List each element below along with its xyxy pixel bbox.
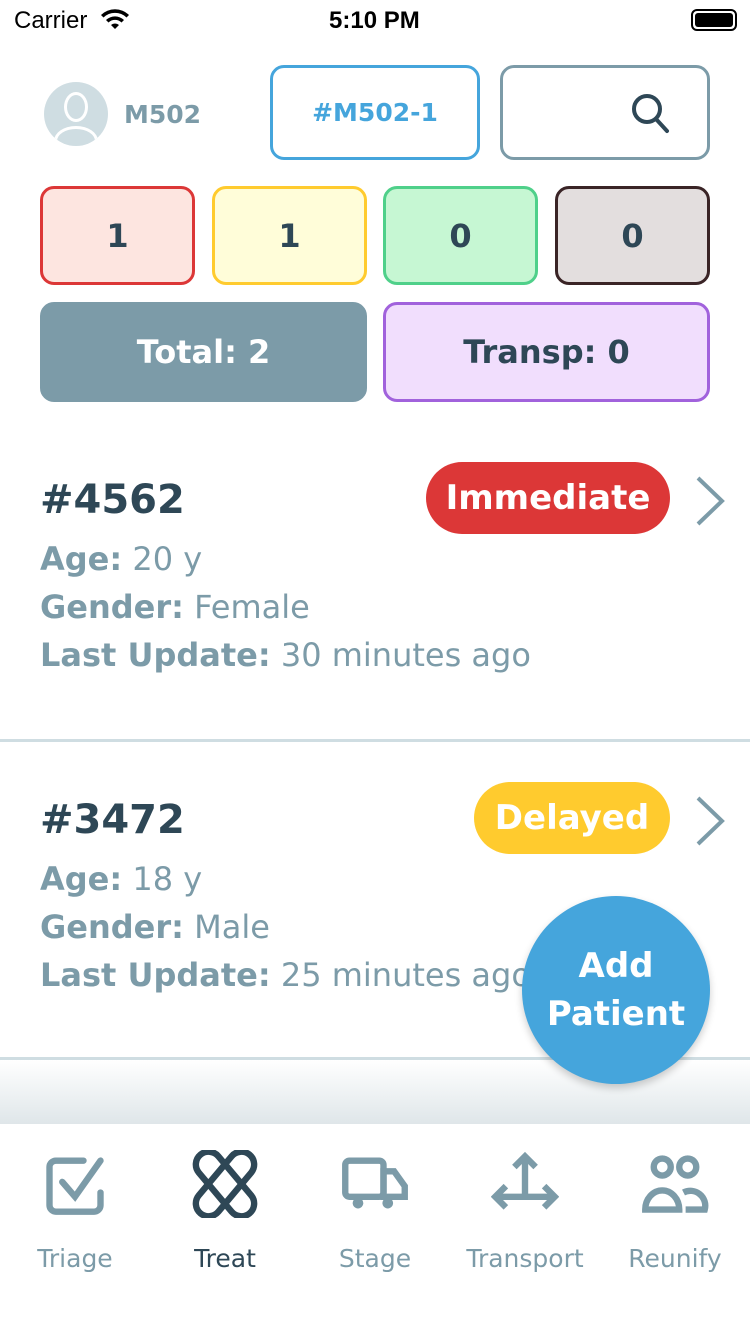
tab-stage[interactable]: Stage: [300, 1140, 450, 1273]
tab-transport[interactable]: Transport: [450, 1140, 600, 1273]
search-icon: [632, 93, 669, 133]
tab-triage[interactable]: Triage: [0, 1140, 150, 1273]
tab-reunify[interactable]: Reunify: [600, 1140, 750, 1273]
patient-last-update: Last Update: 25 minutes ago: [40, 956, 531, 994]
tab-label: Transport: [466, 1244, 584, 1273]
chevron-right-icon[interactable]: [694, 794, 726, 848]
patient-id: #3472: [40, 797, 185, 843]
user-id: M502: [124, 100, 202, 129]
patient-age: Age: 20 y: [40, 540, 203, 578]
avatar[interactable]: [44, 82, 108, 146]
add-patient-label: Add: [578, 946, 654, 986]
transport-count[interactable]: Transp: 0: [383, 302, 710, 402]
add-patient-button[interactable]: Add Patient: [522, 896, 710, 1084]
tab-label: Triage: [37, 1244, 113, 1273]
tab-treat[interactable]: Treat: [150, 1140, 300, 1273]
clock: 5:10 PM: [329, 7, 420, 34]
chevron-right-icon[interactable]: [694, 474, 726, 528]
tab-label: Stage: [338, 1244, 412, 1273]
truck-icon: [342, 1157, 408, 1209]
status-bar: Carrier 5:10 PM: [0, 0, 750, 40]
carrier: Carrier: [14, 7, 88, 34]
battery-icon: [691, 9, 737, 31]
checkbox-icon: [46, 1157, 104, 1215]
triage-status-badge: Delayed: [474, 782, 670, 854]
patient-last-update: Last Update: 30 minutes ago: [40, 636, 531, 674]
count-delayed[interactable]: 1: [212, 186, 367, 285]
patient-age: Age: 18 y: [40, 860, 203, 898]
tab-label: Reunify: [628, 1244, 722, 1273]
patient-id: #4562: [40, 477, 185, 523]
count-immediate[interactable]: 1: [40, 186, 195, 285]
incident-button[interactable]: #M502-1: [270, 65, 480, 160]
arrows-icon: [491, 1151, 559, 1210]
add-patient-label: Patient: [546, 994, 686, 1034]
wifi-icon: [101, 9, 129, 29]
count-minor[interactable]: 0: [383, 186, 538, 285]
people-icon: [642, 1155, 709, 1213]
count-expectant[interactable]: 0: [555, 186, 710, 285]
tab-label: Treat: [194, 1244, 256, 1273]
patient-gender: Gender: Female: [40, 588, 310, 626]
patient-gender: Gender: Male: [40, 908, 270, 946]
triage-status-badge: Immediate: [426, 462, 670, 534]
search-button[interactable]: [500, 65, 710, 160]
total-count[interactable]: Total: 2: [40, 302, 367, 402]
bandage-icon: [192, 1150, 258, 1218]
